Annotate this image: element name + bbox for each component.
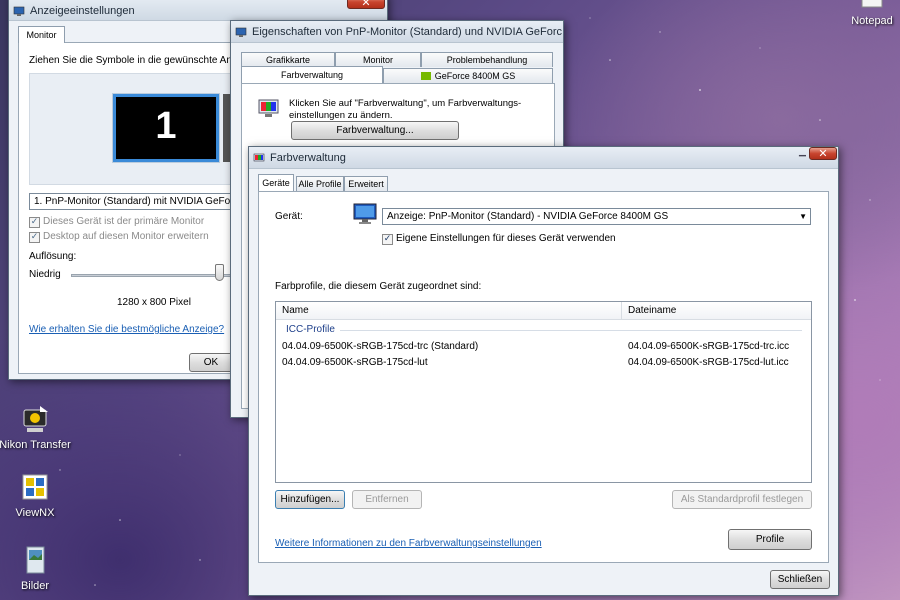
column-header-filename[interactable]: Dateiname	[622, 302, 811, 320]
tab-label: Geräte	[262, 178, 290, 188]
column-label: Name	[282, 305, 309, 316]
display-settings-icon	[13, 6, 25, 16]
help-link[interactable]: Wie erhalten Sie die bestmögliche Anzeig…	[29, 324, 224, 335]
close-button[interactable]: Schließen	[770, 570, 830, 589]
button-label: Profile	[755, 534, 785, 545]
add-profile-button[interactable]: Hinzufügen...	[275, 490, 345, 509]
tab-label: Monitor	[362, 55, 393, 65]
tab-label: Problembehandlung	[446, 55, 528, 65]
table-row[interactable]: 04.04.09-6500K-sRGB-175cd-lut 04.04.09-6…	[276, 355, 811, 371]
button-label: Als Standardprofil festlegen	[680, 494, 804, 505]
tab-farbverwaltung[interactable]: Farbverwaltung	[241, 66, 383, 83]
tab-grafikkarte[interactable]: Grafikkarte	[241, 52, 335, 67]
profiles-list[interactable]: Name Dateiname ICC-Profile 04.04.09-6500…	[275, 301, 812, 483]
primary-monitor-checkbox[interactable]: ✓	[29, 217, 40, 228]
extend-desktop-checkbox[interactable]: ✓	[29, 232, 40, 243]
tab-alle-profile[interactable]: Alle Profile	[296, 176, 344, 191]
primary-monitor-label: Dieses Gerät ist der primäre Monitor	[43, 216, 205, 227]
resolution-label: Auflösung:	[29, 251, 77, 262]
device-label: Gerät:	[275, 211, 303, 222]
tab-label: Grafikkarte	[265, 55, 310, 65]
column-header-name[interactable]: Name	[276, 302, 622, 320]
desktop-icon-notepad[interactable]: Notepad	[832, 0, 900, 27]
resolution-low-label: Niedrig	[29, 269, 61, 280]
desktop-icon-viewnx[interactable]: ViewNX	[0, 470, 75, 519]
select-value: 1. PnP-Monitor (Standard) mit NVIDIA GeF…	[34, 196, 245, 207]
select-value: Anzeige: PnP-Monitor (Standard) - NVIDIA…	[387, 211, 669, 222]
desktop-icon-label: ViewNX	[15, 507, 55, 519]
profile-name: 04.04.09-6500K-sRGB-175cd-lut	[282, 357, 428, 368]
desktop-icon-bilder[interactable]: Bilder	[0, 543, 75, 592]
tab-problembehandlung[interactable]: Problembehandlung	[421, 52, 553, 67]
resolution-slider-track[interactable]	[71, 274, 231, 277]
window-title: Eigenschaften von PnP-Monitor (Standard)…	[252, 25, 563, 38]
tab-geraete[interactable]: Geräte	[258, 174, 294, 191]
color-management-titlebar[interactable]: Farbverwaltung	[249, 147, 838, 169]
close-window-button[interactable]: ✕	[347, 0, 385, 9]
close-window-button[interactable]: ✕	[809, 147, 837, 160]
tab-monitor[interactable]: Monitor	[335, 52, 421, 67]
table-row[interactable]: 04.04.09-6500K-sRGB-175cd-trc (Standard)…	[276, 339, 811, 355]
tab-label: Farbverwaltung	[280, 70, 344, 80]
profile-file: 04.04.09-6500K-sRGB-175cd-trc.icc	[628, 341, 790, 352]
nvidia-icon	[420, 72, 431, 80]
instruction-text: Ziehen Sie die Symbole in die gewünschte…	[29, 55, 241, 66]
button-label: OK	[203, 357, 219, 368]
nikon-transfer-icon	[18, 402, 52, 436]
desktop-icon-label: Bilder	[20, 580, 50, 592]
device-select[interactable]: Anzeige: PnP-Monitor (Standard) - NVIDIA…	[382, 208, 811, 225]
window-title: Anzeigeeinstellungen	[30, 4, 135, 17]
desktop-icon-label: Notepad	[851, 15, 893, 27]
tab-monitor[interactable]: Monitor	[18, 26, 65, 43]
profile-button[interactable]: Profile	[728, 529, 812, 550]
column-label: Dateiname	[628, 305, 677, 316]
tab-label: Monitor	[26, 30, 57, 40]
button-label: Hinzufügen...	[280, 494, 340, 505]
own-settings-label: Eigene Einstellungen für dieses Gerät ve…	[396, 233, 616, 244]
set-default-profile-button[interactable]: Als Standardprofil festlegen	[672, 490, 812, 509]
monitor-properties-icon	[235, 27, 247, 37]
group-divider	[340, 330, 802, 331]
desktop-icon-nikon-transfer[interactable]: Nikon Transfer	[0, 402, 75, 451]
button-label: Entfernen	[365, 494, 409, 505]
properties-titlebar[interactable]: Eigenschaften von PnP-Monitor (Standard)…	[231, 21, 563, 43]
color-management-button[interactable]: Farbverwaltung...	[291, 121, 459, 140]
ok-button[interactable]: OK	[189, 353, 233, 372]
notepad-icon	[855, 0, 889, 12]
monitor-1-tile[interactable]: 1	[112, 93, 220, 163]
button-label: Farbverwaltung...	[336, 125, 414, 136]
group-header-icc: ICC-Profile	[286, 324, 335, 335]
description-line-2: einstellungen zu ändern.	[289, 110, 393, 121]
resolution-slider-thumb[interactable]	[215, 264, 224, 281]
tab-erweitert[interactable]: Erweitert	[344, 176, 388, 191]
profile-file: 04.04.09-6500K-sRGB-175cd-lut.icc	[628, 357, 789, 368]
description-line-1: Klicken Sie auf "Farbverwaltung", um Far…	[289, 98, 522, 109]
extend-desktop-label: Desktop auf diesen Monitor erweitern	[43, 231, 209, 242]
tab-label: GeForce 8400M GS	[434, 71, 516, 81]
color-management-icon	[257, 97, 281, 121]
display-settings-titlebar[interactable]: Anzeigeeinstellungen	[9, 0, 387, 21]
profile-name: 04.04.09-6500K-sRGB-175cd-trc (Standard)	[282, 341, 479, 352]
tab-label: Alle Profile	[298, 179, 342, 189]
button-label: Schließen	[777, 574, 823, 585]
pictures-folder-icon	[18, 543, 52, 577]
color-management-title-icon	[253, 153, 265, 161]
resolution-value: 1280 x 800 Pixel	[117, 297, 191, 308]
tab-geforce[interactable]: GeForce 8400M GS	[383, 68, 553, 83]
monitor-number: 1	[155, 105, 177, 147]
window-title: Farbverwaltung	[270, 151, 346, 164]
more-info-link[interactable]: Weitere Informationen zu den Farbverwalt…	[275, 538, 542, 549]
viewnx-icon	[18, 470, 52, 504]
own-settings-checkbox[interactable]: ✓	[382, 234, 393, 245]
remove-profile-button[interactable]: Entfernen	[352, 490, 422, 509]
display-device-icon	[352, 201, 378, 227]
chevron-down-icon: ▼	[799, 212, 807, 221]
profiles-label: Farbprofile, die diesem Gerät zugeordnet…	[275, 281, 482, 292]
desktop-icon-label: Nikon Transfer	[0, 439, 71, 451]
tab-label: Erweitert	[348, 179, 384, 189]
color-management-window: Farbverwaltung ▁ ✕ Geräte Alle Profile E…	[248, 146, 839, 596]
